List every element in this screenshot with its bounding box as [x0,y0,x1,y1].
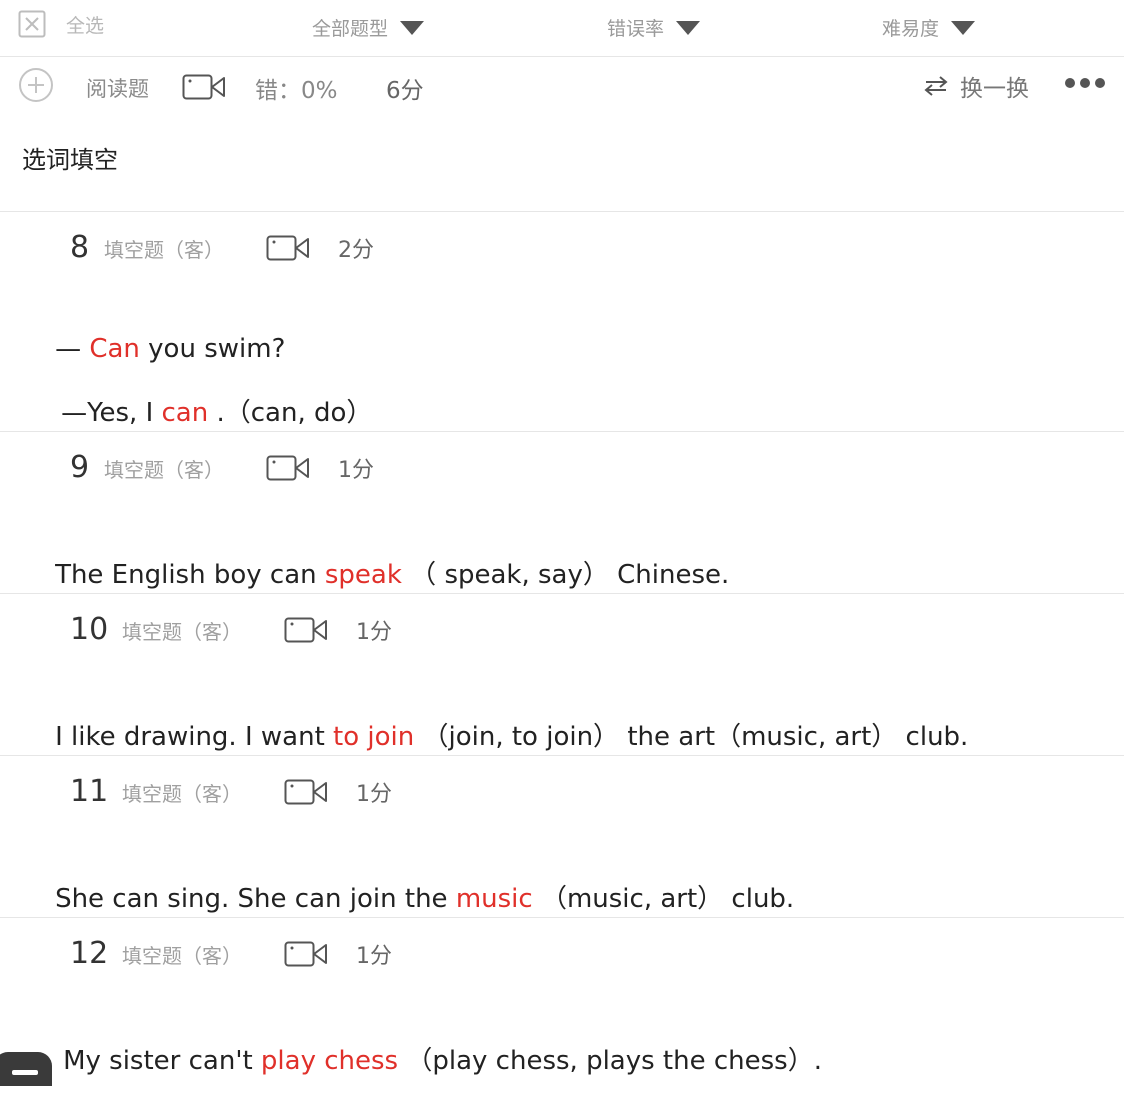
select-all-button[interactable]: 全选 [18,10,104,38]
line-text: The English boy can [55,560,325,590]
question-type: 填空题（客） [122,944,242,968]
question-score: 1分 [356,782,392,807]
filter-bar: 全选 全部题型 错误率 难易度 [0,0,1124,57]
question-score: 1分 [356,620,392,645]
error-rate-text: 错：0% [255,78,338,104]
question-meta: 11 填空题（客） 1分 [0,756,1124,826]
difficulty-dropdown[interactable]: 难易度 [882,14,976,41]
question-type-dropdown[interactable]: 全部题型 [312,14,425,41]
question-type: 填空题（客） [122,620,242,644]
filled-answer: speak [324,560,402,590]
swap-arrows-icon [924,76,948,96]
question-meta: 9 填空题（客） 1分 [0,432,1124,502]
question-item: 9 填空题（客） 1分 The English boy can speak （ … [0,431,1124,594]
section-score: 6分 [386,78,424,104]
question-type-label: 全部题型 [312,18,389,40]
question-item: 10 填空题（客） 1分 I like drawing. I want to j… [0,593,1124,756]
caret-down-icon [676,20,701,35]
more-icon[interactable] [1064,76,1106,90]
close-box-icon [18,10,46,38]
question-number: 8 [70,230,90,265]
question-item: 8 填空题（客） 2分 — Can you swim? —Yes, I can … [0,211,1124,432]
question-line: My sister can't play chess （play chess, … [30,1010,822,1107]
video-icon[interactable] [284,617,328,643]
question-score: 2分 [338,238,374,263]
video-icon[interactable] [284,941,328,967]
question-meta: 12 填空题（客） 1分 [0,918,1124,988]
line-text: （ speak, say） Chinese. [401,560,730,590]
filled-answer: Can [89,334,140,364]
line-text: My sister can't [63,1046,261,1076]
question-item: 12 填空题（客） 1分 My sister can't play chess … [0,917,1124,1080]
menu-bar-icon [12,1070,38,1075]
line-text: （join, to join） the art（music, art） club… [414,722,969,752]
video-icon[interactable] [182,74,226,100]
difficulty-label: 难易度 [882,18,940,40]
add-circle-icon[interactable] [18,67,54,103]
filled-answer: to join [333,722,415,752]
question-meta: 10 填空题（客） 1分 [0,594,1124,664]
video-icon[interactable] [266,235,310,261]
section-type-label: 阅读题 [86,77,149,101]
question-number: 10 [70,612,109,647]
section-title: 选词填空 [22,146,118,174]
filled-answer: play chess [260,1046,399,1076]
question-type: 填空题（客） [104,458,224,482]
line-text: （music, art） club. [532,884,795,914]
question-score: 1分 [338,458,374,483]
line-text: .（can, do） [208,398,373,428]
line-text: I like drawing. I want [55,722,334,752]
line-text: （play chess, plays the chess）. [398,1046,822,1076]
question-meta: 8 填空题（客） 2分 [0,212,1124,282]
filled-answer: music [455,884,533,914]
line-text: —Yes, I [61,398,162,428]
question-type: 填空题（客） [122,782,242,806]
question-number: 12 [70,936,109,971]
filled-answer: can [161,398,209,428]
line-text: — [55,334,90,364]
question-type: 填空题（客） [104,238,224,262]
select-all-label: 全选 [66,14,105,37]
question-item: 11 填空题（客） 1分 She can sing. She can join … [0,755,1124,918]
section-header: 阅读题 错：0% 6分 换一换 [0,57,1124,117]
question-number: 11 [70,774,109,809]
video-icon[interactable] [284,779,328,805]
line-text: you swim? [139,334,286,364]
error-rate-dropdown[interactable]: 错误率 [607,14,701,41]
error-rate-label: 错误率 [607,18,665,40]
question-score: 1分 [356,944,392,969]
question-number: 9 [70,450,90,485]
caret-down-icon [400,20,425,35]
swap-button[interactable]: 换一换 [922,69,1029,103]
swap-label: 换一换 [960,76,1029,102]
line-text: She can sing. She can join the [55,884,456,914]
caret-down-icon [951,20,976,35]
video-icon[interactable] [266,455,310,481]
floating-menu-tab[interactable] [0,1052,52,1086]
